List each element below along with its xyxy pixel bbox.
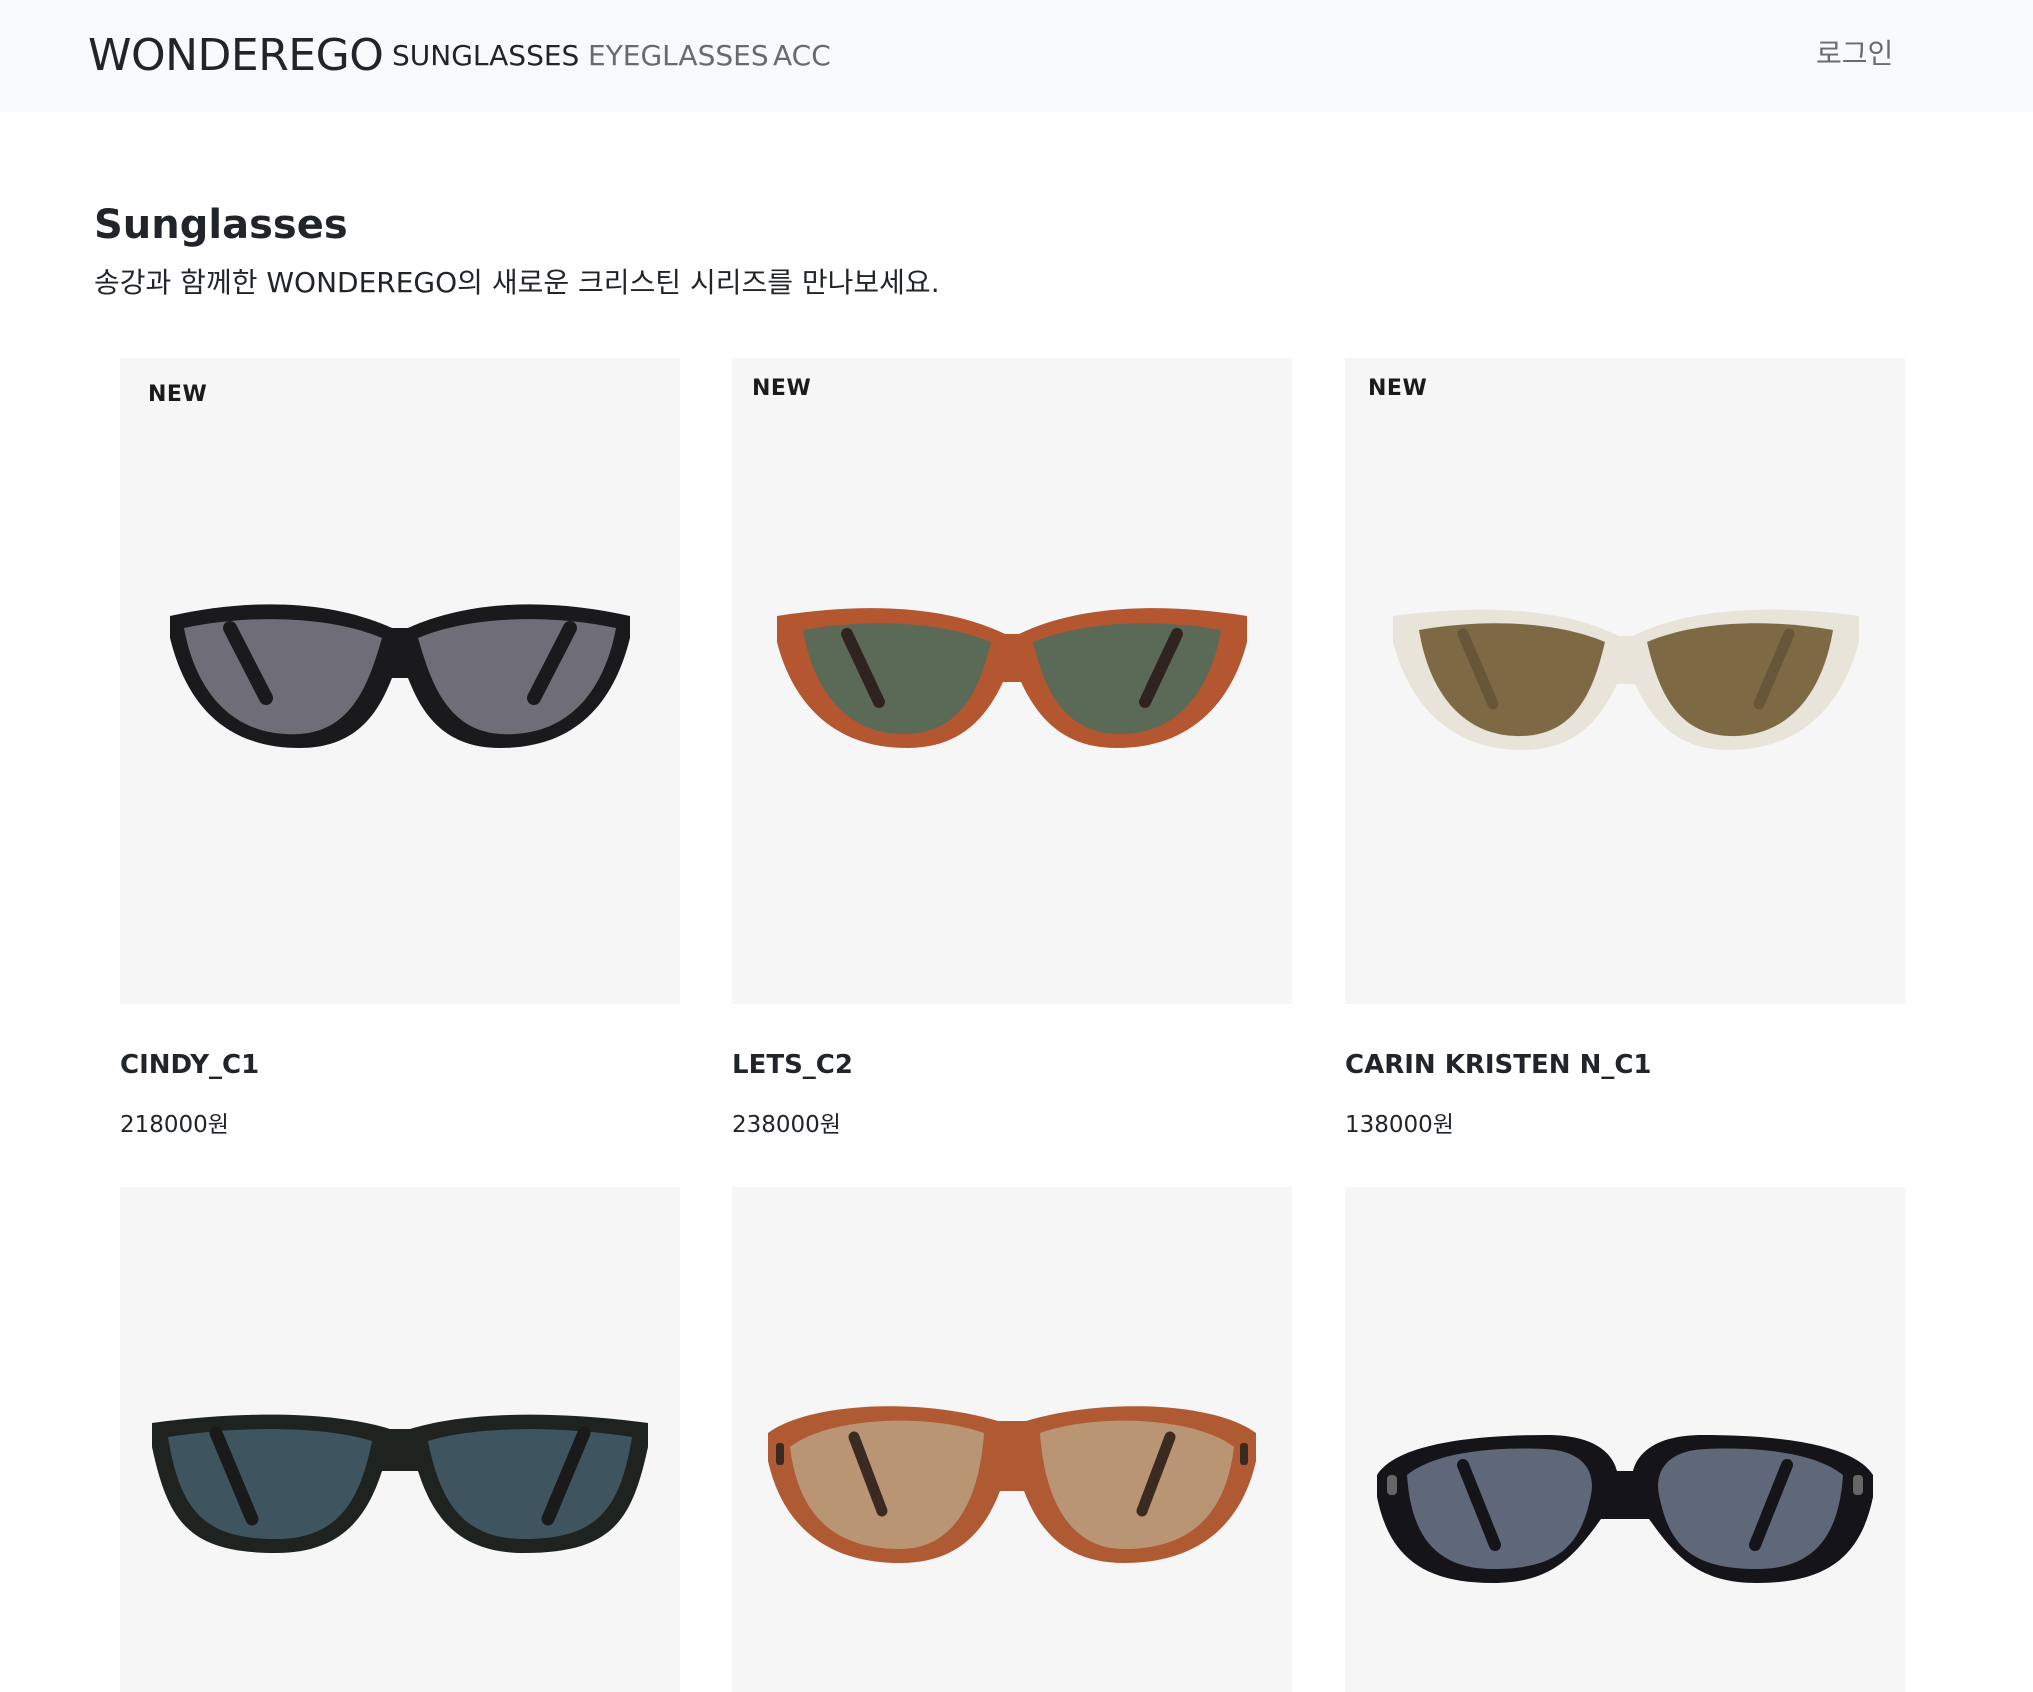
product-name[interactable]: LETS_C2 (732, 1048, 853, 1082)
brand-logo[interactable]: WONDEREGO (88, 28, 384, 84)
sunglasses-image (152, 1414, 648, 1553)
product-image[interactable]: NEW (1345, 358, 1905, 1004)
product-name[interactable]: CARIN KRISTEN N_C1 (1345, 1048, 1652, 1082)
new-badge: NEW (1368, 376, 1428, 401)
page-subtitle: 송강과 함께한 WONDEREGO의 새로운 크리스틴 시리즈를 만나보세요. (94, 266, 940, 299)
product-image[interactable] (120, 1187, 680, 1692)
new-badge: NEW (752, 376, 812, 401)
product-price: 238000원 (732, 1112, 841, 1138)
product-image[interactable]: NEW (120, 358, 680, 1004)
sunglasses-image (1393, 609, 1859, 750)
nav-link-sunglasses[interactable]: SUNGLASSES (392, 38, 579, 74)
sunglasses-image (777, 608, 1247, 748)
product-image[interactable]: NEW (732, 358, 1292, 1004)
login-link[interactable]: 로그인 (1816, 36, 1893, 72)
product-image[interactable] (732, 1187, 1292, 1692)
top-navbar: WONDEREGO SUNGLASSES EYEGLASSES ACC 로그인 (0, 0, 2033, 112)
nav-link-acc[interactable]: ACC (773, 38, 831, 74)
sunglasses-image (170, 604, 630, 748)
product-image[interactable] (1345, 1187, 1905, 1692)
sunglasses-image (1377, 1435, 1873, 1583)
nav-link-eyeglasses[interactable]: EYEGLASSES (588, 38, 769, 74)
new-badge: NEW (148, 382, 208, 407)
product-price: 138000원 (1345, 1112, 1454, 1138)
page-title: Sunglasses (94, 202, 348, 248)
sunglasses-image (768, 1406, 1256, 1563)
product-name[interactable]: CINDY_C1 (120, 1048, 259, 1082)
product-price: 218000원 (120, 1112, 229, 1138)
